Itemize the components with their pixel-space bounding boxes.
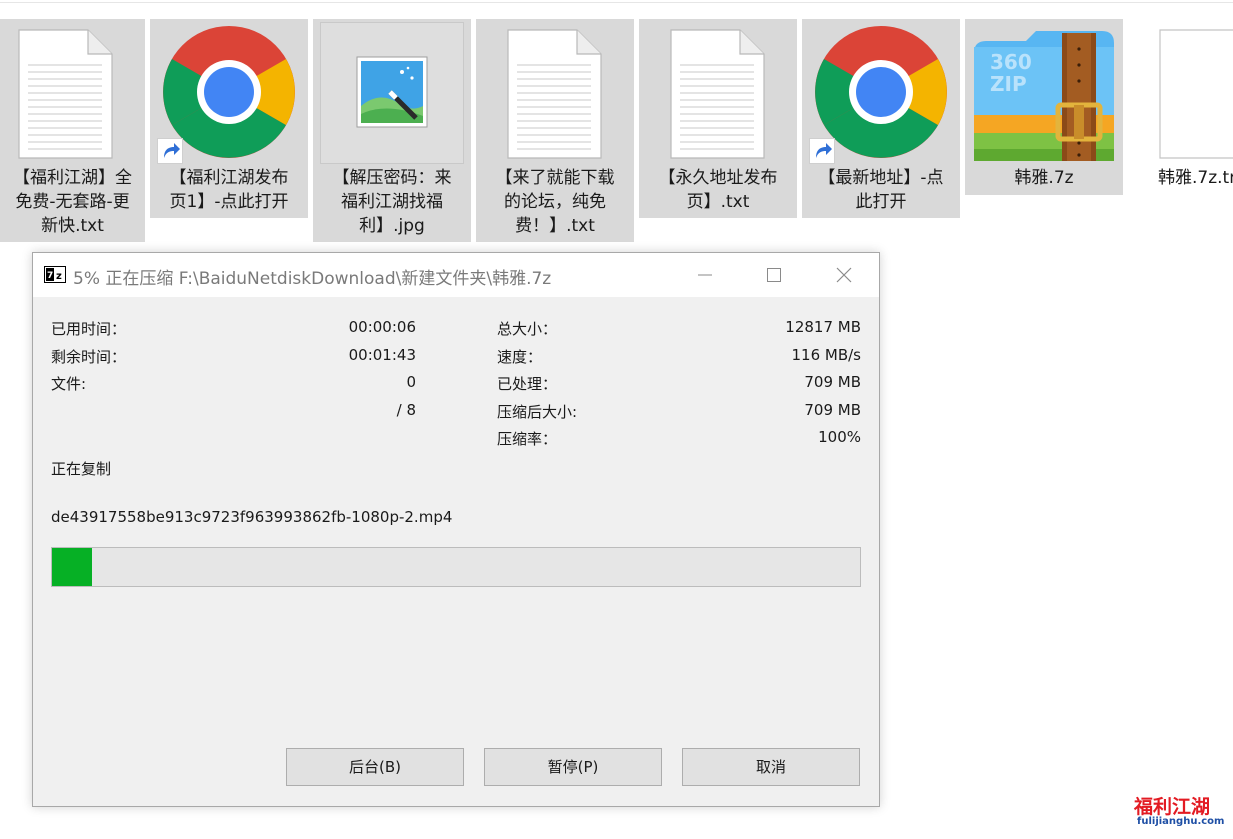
file-name: 【最新地址】-点 此打开 — [818, 168, 944, 212]
total-size-label: 总大小： — [497, 320, 558, 338]
file-item[interactable]: 360 ZIP 韩雅.7z — [965, 19, 1123, 195]
elapsed-time-value: 00:00:06 — [348, 318, 416, 336]
remaining-time-label: 剩余时间： — [51, 348, 127, 366]
file-item[interactable]: 韩雅.7z.tr — [1128, 19, 1233, 218]
processed-value: 709 MB — [804, 373, 861, 391]
progress-bar-fill — [52, 548, 92, 586]
text-document-icon — [0, 19, 158, 169]
site-watermark: 福利江湖 fulijianghu.com — [1126, 784, 1230, 834]
file-item[interactable]: 【来了就能下载 的论坛，纯免 费！】.txt — [476, 19, 634, 242]
compressed-size-value: 709 MB — [804, 401, 861, 419]
minimize-icon — [698, 274, 712, 276]
image-file-icon — [320, 22, 464, 164]
maximize-icon — [767, 268, 781, 282]
file-name: 韩雅.7z — [1014, 168, 1074, 188]
file-item[interactable]: 【解压密码：来 福利江湖找福 利】.jpg — [313, 19, 471, 242]
file-name: 【永久地址发布 页】.txt — [658, 168, 778, 212]
file-name: 【来了就能下载 的论坛，纯免 费！】.txt — [495, 168, 615, 236]
background-button[interactable]: 后台(B) — [286, 748, 464, 786]
files-total-value: / 8 — [396, 401, 416, 419]
current-file-name: de43917558be913c9723f963993862fb-1080p-2… — [51, 508, 453, 526]
dialog-title: 5% 正在压缩 F:\BaiduNetdiskDownload\新建文件夹\韩雅… — [73, 269, 552, 289]
watermark-title: 福利江湖 — [1134, 796, 1211, 818]
svg-text:7: 7 — [47, 271, 53, 281]
text-document-icon — [489, 19, 647, 169]
files-processed-value: 0 — [406, 373, 416, 391]
file-name: 【福利江湖发布 页1】-点此打开 — [169, 168, 289, 212]
remaining-time-value: 00:01:43 — [348, 346, 416, 364]
file-item[interactable]: 【最新地址】-点 此打开 — [802, 19, 960, 218]
watermark-url: fulijianghu.com — [1137, 816, 1225, 827]
text-document-icon — [652, 19, 810, 169]
cancel-button[interactable]: 取消 — [682, 748, 860, 786]
compression-progress-dialog: z 7 5% 正在压缩 F:\BaiduNetdiskDownload\新建文件… — [32, 252, 880, 807]
file-name: 【福利江湖】全 免费-无套路-更 新快.txt — [13, 168, 132, 236]
dialog-titlebar[interactable]: z 7 5% 正在压缩 F:\BaiduNetdiskDownload\新建文件… — [33, 253, 879, 297]
pause-button[interactable]: 暂停(P) — [484, 748, 662, 786]
processed-label: 已处理： — [497, 375, 558, 393]
progress-bar — [51, 547, 861, 587]
svg-text:z: z — [56, 271, 62, 282]
archive-logo-text: 360 — [990, 50, 1032, 74]
elapsed-time-label: 已用时间： — [51, 320, 127, 338]
blank-file-icon — [1128, 19, 1233, 169]
compression-ratio-value: 100% — [818, 428, 861, 446]
close-icon — [836, 267, 852, 283]
speed-label: 速度： — [497, 348, 543, 366]
close-button[interactable] — [809, 253, 879, 297]
minimize-button[interactable] — [670, 253, 740, 297]
shortcut-arrow-icon — [157, 138, 183, 164]
operation-status: 正在复制 — [51, 460, 112, 478]
compressed-size-label: 压缩后大小: — [497, 403, 578, 421]
7zip-app-icon: z 7 — [44, 266, 66, 283]
file-item[interactable]: 【福利江湖发布 页1】-点此打开 — [150, 19, 308, 218]
speed-value: 116 MB/s — [791, 346, 862, 364]
shortcut-arrow-icon — [809, 138, 835, 164]
file-name: 【解压密码：来 福利江湖找福 利】.jpg — [332, 168, 452, 236]
file-item[interactable]: 【福利江湖】全 免费-无套路-更 新快.txt — [0, 19, 145, 242]
360zip-archive-icon: 360 ZIP — [965, 19, 1123, 169]
total-size-value: 12817 MB — [785, 318, 861, 336]
explorer-top-divider — [0, 2, 1233, 3]
svg-text:ZIP: ZIP — [990, 72, 1027, 96]
file-item[interactable]: 【永久地址发布 页】.txt — [639, 19, 797, 218]
files-label: 文件: — [51, 375, 87, 393]
maximize-button[interactable] — [739, 253, 809, 297]
compression-ratio-label: 压缩率： — [497, 430, 558, 448]
file-name: 韩雅.7z.tr — [1158, 168, 1233, 188]
